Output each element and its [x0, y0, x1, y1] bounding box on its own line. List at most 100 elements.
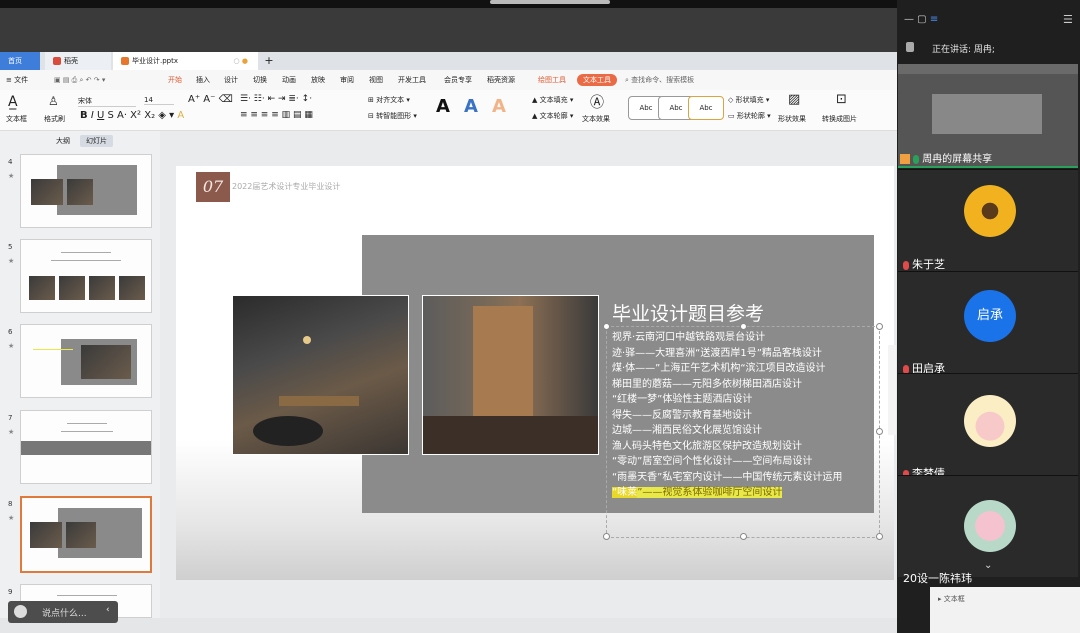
menu-docer-resources[interactable]: 稻壳资源: [487, 70, 515, 90]
animation-star-icon: ★: [8, 342, 15, 350]
smart-shape-label: 转智能图形: [376, 112, 412, 120]
animation-star-icon: ★: [8, 257, 15, 265]
format-painter-button[interactable]: 格式刷: [44, 114, 65, 124]
resize-handle[interactable]: [740, 323, 747, 330]
menu-file[interactable]: ≡ 文件: [6, 70, 28, 90]
window-grab-handle[interactable]: [490, 0, 610, 4]
slide-number-4: 4: [8, 158, 13, 166]
resize-handle[interactable]: [876, 533, 883, 540]
text-effect-icon[interactable]: Ⓐ: [590, 92, 604, 112]
chat-placeholder: 说点什么...: [42, 609, 87, 619]
quick-access-icons[interactable]: ▣ ▤ ⎙ ⌕ ↶ ↷ ▾: [54, 70, 105, 90]
search-command[interactable]: ⌕ 查找命令、搜索模板: [625, 70, 694, 90]
menu-text-tools[interactable]: 文本工具: [577, 74, 617, 86]
photo-floor: [423, 416, 598, 454]
slide-number-5: 5: [8, 243, 13, 251]
menu-insert[interactable]: 插入: [196, 70, 210, 90]
paragraph-align-buttons[interactable]: ≡ ≡ ≡ ≡ ▥ ▤ ▦: [240, 110, 313, 120]
text-style-black-button[interactable]: A: [436, 96, 450, 117]
tab-home[interactable]: 首页: [0, 52, 40, 70]
chevron-left-icon[interactable]: ‹: [106, 605, 110, 615]
chat-input-pill[interactable]: 说点什么... ‹: [8, 601, 118, 623]
tab-slides[interactable]: 幻灯片: [80, 135, 113, 147]
new-tab-button[interactable]: +: [262, 52, 276, 70]
slide-title[interactable]: 毕业设计题目参考: [612, 299, 764, 326]
menu-slideshow[interactable]: 放映: [311, 70, 325, 90]
animation-star-icon: ★: [8, 428, 15, 436]
resize-handle[interactable]: [603, 323, 610, 330]
textbox-button[interactable]: 文本框: [6, 114, 27, 124]
topic-list[interactable]: 视界·云南河口中越铁路观景台设计 迹·驿——大理喜洲“送渡西岸1号”精品客栈设计…: [612, 330, 842, 501]
slide-header-text: 2022届艺术设计专业毕业设计: [232, 182, 341, 191]
properties-panel: ▸ 文本框: [930, 587, 1080, 633]
menu-transition[interactable]: 切换: [253, 70, 267, 90]
format-painter-icon[interactable]: ♙: [48, 94, 59, 108]
floating-side-tools[interactable]: [888, 345, 896, 435]
font-name-select[interactable]: 宋体: [78, 96, 136, 107]
screen-share-name: 周冉的屏幕共享: [922, 154, 993, 165]
textbox-icon[interactable]: A̲: [8, 94, 18, 110]
slide-thumbnail-7[interactable]: [20, 410, 152, 484]
chevron-down-icon[interactable]: ⌄: [984, 560, 992, 571]
slide-number-box: 07: [196, 172, 230, 202]
window-controls-icons[interactable]: — ▢ ≡: [904, 14, 938, 25]
list-buttons[interactable]: ☰· ☷· ⇤ ⇥ ≣· ↕·: [240, 94, 312, 104]
textbox-property-label[interactable]: ▸ 文本框: [938, 594, 965, 604]
menu-icon[interactable]: ☰: [1063, 13, 1073, 26]
resize-handle[interactable]: [740, 533, 747, 540]
convert-image-button[interactable]: 转换成图片: [822, 114, 857, 124]
menu-start[interactable]: 开始: [168, 70, 182, 90]
font-style-buttons[interactable]: B I U S A· X² X₂ ◈ ▾ A: [80, 110, 184, 121]
slide-thumbnail-6[interactable]: [20, 324, 152, 398]
photo-table: [279, 396, 359, 406]
thumb-line: [33, 349, 73, 350]
search-command-label: 查找命令、搜索模板: [631, 76, 695, 84]
emoji-icon[interactable]: [14, 605, 27, 618]
list-item-highlighted: “味莱”——视觉系体验咖啡厅空间设计: [612, 485, 842, 501]
shape-effect-button[interactable]: 形状效果: [778, 114, 806, 124]
slide-thumbnail-8-selected[interactable]: [20, 496, 152, 573]
text-outline-button[interactable]: ▲ 文本轮廓 ▾: [532, 111, 573, 121]
thumb-photo: [89, 276, 115, 300]
interior-photo-dining[interactable]: [232, 295, 409, 455]
menu-developer[interactable]: 开发工具: [398, 70, 426, 90]
slide-thumbnail-5[interactable]: [20, 239, 152, 313]
menu-view[interactable]: 视图: [369, 70, 383, 90]
menu-animation[interactable]: 动画: [282, 70, 296, 90]
shape-fill-label: 形状填充: [735, 96, 764, 104]
smart-shape-button[interactable]: ⊟ 转智能图形 ▾: [368, 111, 417, 121]
text-style-blue-button[interactable]: A: [464, 96, 478, 117]
align-text-button[interactable]: ⊞ 对齐文本 ▾: [368, 95, 410, 105]
list-item: 边城——湘西民俗文化展览馆设计: [612, 425, 762, 436]
tab-document[interactable]: 毕业设计.pptx ○ ●: [113, 52, 258, 70]
current-slide[interactable]: 07 2022届艺术设计专业毕业设计 毕业设计题目参考 视界·云南河口中越铁路观…: [176, 166, 894, 580]
text-fill-button[interactable]: ▲ 文本填充 ▾: [532, 95, 573, 105]
resize-handle[interactable]: [876, 323, 883, 330]
text-style-orange-button[interactable]: A: [492, 96, 506, 117]
menu-drawing-tools[interactable]: 绘图工具: [538, 70, 566, 90]
shape-style-3[interactable]: Abc: [688, 96, 724, 120]
photo-rug: [253, 416, 323, 446]
shape-outline-button[interactable]: ▭ 形状轮廓 ▾: [728, 111, 771, 121]
preview-slide: [932, 94, 1042, 134]
menu-member[interactable]: 会员专享: [444, 70, 472, 90]
font-grow-shrink-icons[interactable]: A⁺ A⁻ ⌫: [188, 94, 233, 105]
interior-photo-kitchen[interactable]: [422, 295, 599, 455]
tab-docer[interactable]: 稻壳: [45, 52, 111, 70]
menu-file-label: 文件: [14, 76, 29, 84]
menu-design[interactable]: 设计: [224, 70, 238, 90]
shape-fill-button[interactable]: ◇ 形状填充 ▾: [728, 95, 769, 105]
thumb-photo: [81, 345, 131, 379]
slide-number-7: 7: [8, 414, 13, 422]
tab-status-dot-icon: ○ ●: [233, 57, 248, 65]
menu-review[interactable]: 审阅: [340, 70, 354, 90]
resize-handle[interactable]: [876, 428, 883, 435]
resize-handle[interactable]: [603, 533, 610, 540]
participant-name-4: 20设一陈祎玮: [903, 570, 972, 586]
tab-outline[interactable]: 大纲: [56, 135, 70, 147]
font-size-select[interactable]: 14: [144, 96, 174, 105]
text-effect-button[interactable]: 文本效果: [582, 114, 610, 124]
shape-effect-icon[interactable]: ▨: [788, 92, 800, 107]
slide-thumbnail-4[interactable]: [20, 154, 152, 228]
convert-image-icon[interactable]: ⊡: [836, 92, 847, 107]
